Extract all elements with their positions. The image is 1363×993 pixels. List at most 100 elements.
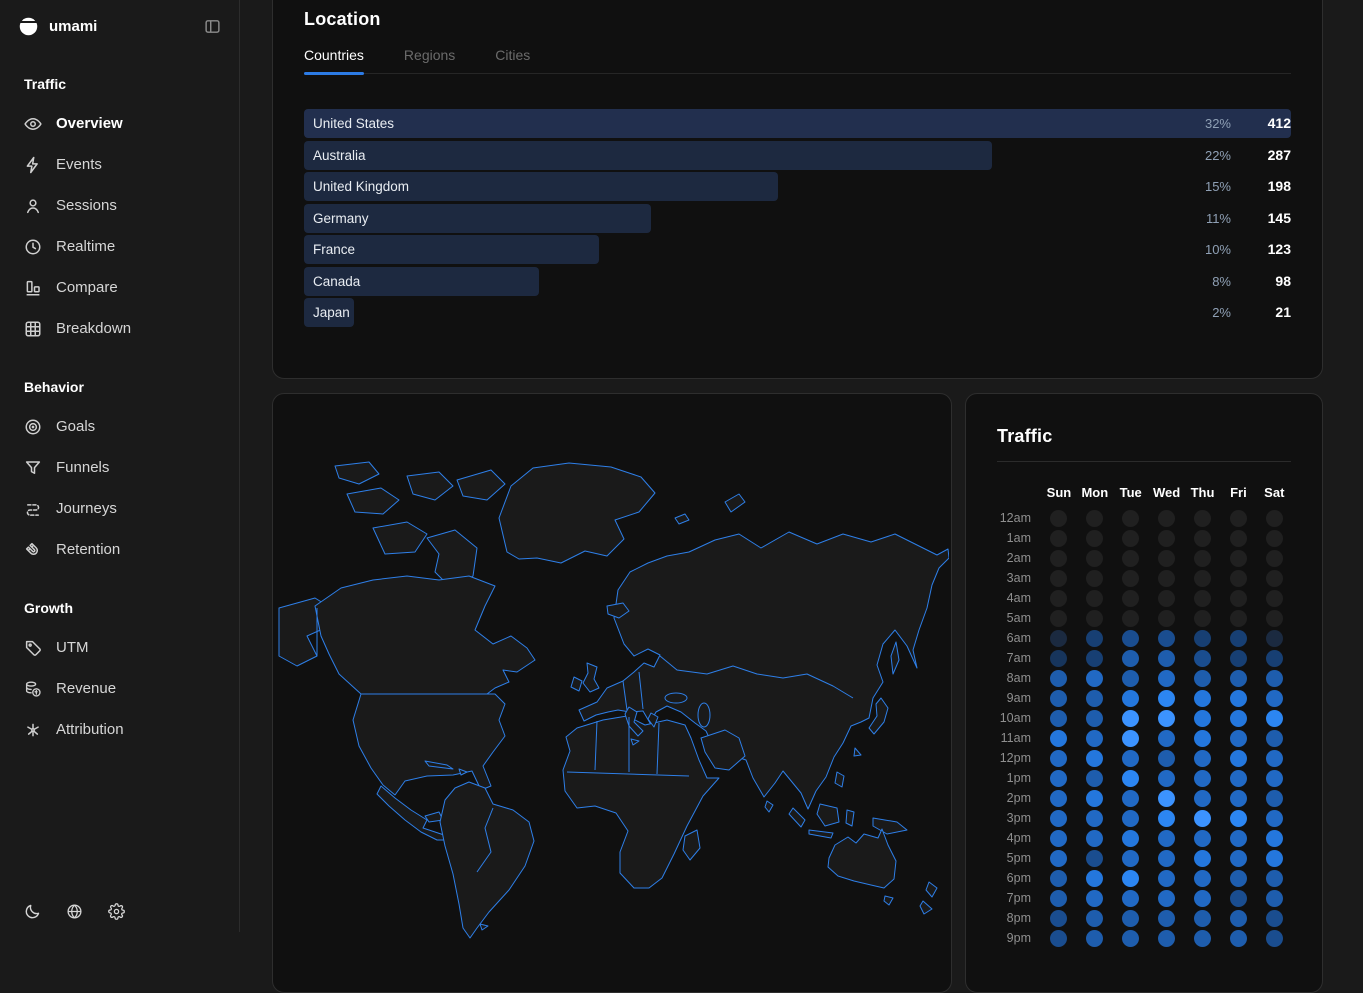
heatmap-cell: [1220, 868, 1256, 888]
heatmap-cell: [1220, 928, 1256, 948]
hour-label: 12pm: [997, 748, 1041, 768]
umami-logo-icon: [18, 16, 39, 37]
sidebar-item-events[interactable]: Events: [0, 144, 239, 185]
sidebar-item-funnels[interactable]: Funnels: [0, 447, 239, 488]
heatmap-cell: [1149, 828, 1185, 848]
heatmap-cell: [1041, 708, 1077, 728]
country-name: Australia: [313, 140, 366, 171]
heatmap-cell: [1185, 848, 1221, 868]
heatmap-cell: [1113, 548, 1149, 568]
country-percent: 22%: [1205, 140, 1231, 171]
heatmap-cell: [1041, 528, 1077, 548]
heatmap-cell: [1149, 808, 1185, 828]
heatmap-cell: [1077, 608, 1113, 628]
heatmap-cell: [1077, 568, 1113, 588]
country-row[interactable]: France10%123: [304, 234, 1291, 266]
heatmap-cell: [1256, 508, 1292, 528]
day-label-mon: Mon: [1077, 482, 1113, 508]
hour-label: 5am: [997, 608, 1041, 628]
sidebar-item-label: Events: [56, 156, 102, 173]
heatmap-cell: [1149, 548, 1185, 568]
hour-label: 7am: [997, 648, 1041, 668]
heatmap-cell: [1113, 788, 1149, 808]
day-label-tue: Tue: [1113, 482, 1149, 508]
heatmap-cell: [1256, 808, 1292, 828]
heatmap-cell: [1149, 868, 1185, 888]
country-row[interactable]: Canada8%98: [304, 266, 1291, 298]
heatmap-cell: [1041, 668, 1077, 688]
heatmap-cell: [1077, 928, 1113, 948]
hour-label: 2am: [997, 548, 1041, 568]
tab-cities[interactable]: Cities: [495, 47, 530, 73]
hour-label: 6pm: [997, 868, 1041, 888]
heatmap-cell: [1113, 688, 1149, 708]
heatmap-cell: [1077, 888, 1113, 908]
heatmap-cell: [1185, 928, 1221, 948]
heatmap-cell: [1113, 848, 1149, 868]
sidebar-item-sessions[interactable]: Sessions: [0, 185, 239, 226]
main-content: Location Countries Regions Cities United…: [240, 0, 1363, 932]
heatmap-cell: [1113, 728, 1149, 748]
world-map-panel: [272, 393, 952, 993]
heatmap-cell: [1220, 888, 1256, 908]
heatmap-cell: [1185, 588, 1221, 608]
moon-icon[interactable]: [24, 903, 41, 920]
nav-section-behavior: Behavior GoalsFunnelsJourneys Retention: [0, 379, 239, 570]
country-row[interactable]: United Kingdom15%198: [304, 171, 1291, 203]
country-value: 21: [1275, 297, 1291, 328]
heatmap-cell: [1149, 848, 1185, 868]
sidebar-item-compare[interactable]: Compare: [0, 267, 239, 308]
heatmap-cell: [1149, 768, 1185, 788]
heatmap-cell: [1149, 628, 1185, 648]
tab-countries[interactable]: Countries: [304, 47, 364, 73]
route-icon: [24, 500, 42, 518]
country-row[interactable]: Australia 22% 287: [304, 140, 1291, 172]
heatmap-cell: [1220, 768, 1256, 788]
country-percent: 15%: [1205, 171, 1231, 202]
heatmap-cell: [1077, 528, 1113, 548]
heatmap-cell: [1185, 608, 1221, 628]
globe-icon[interactable]: [66, 903, 83, 920]
sidebar-item-journeys[interactable]: Journeys: [0, 488, 239, 529]
collapse-sidebar-icon[interactable]: [204, 18, 221, 35]
nav-section-title: Behavior: [0, 379, 239, 396]
heatmap-cell: [1077, 808, 1113, 828]
heatmap-cell: [1041, 648, 1077, 668]
sidebar-item-utm[interactable]: UTM: [0, 627, 239, 668]
tab-regions[interactable]: Regions: [404, 47, 455, 73]
heatmap-cell: [1077, 728, 1113, 748]
sidebar-item-retention[interactable]: Retention: [0, 529, 239, 570]
heatmap-cell: [1220, 508, 1256, 528]
heatmap-cell: [1256, 588, 1292, 608]
sidebar-item-label: Retention: [56, 541, 120, 558]
sidebar-item-realtime[interactable]: Realtime: [0, 226, 239, 267]
sidebar-item-overview[interactable]: Overview: [0, 103, 239, 144]
sidebar-item-revenue[interactable]: Revenue: [0, 668, 239, 709]
heatmap-cell: [1256, 528, 1292, 548]
sidebar-item-attribution[interactable]: Attribution: [0, 709, 239, 750]
country-value: 287: [1268, 140, 1291, 171]
sidebar-item-goals[interactable]: Goals: [0, 406, 239, 447]
heatmap-cell: [1041, 608, 1077, 628]
heatmap-cell: [1256, 728, 1292, 748]
country-row[interactable]: Germany11%145: [304, 203, 1291, 235]
heatmap-cell: [1113, 648, 1149, 668]
country-row[interactable]: Japan2%21: [304, 297, 1291, 329]
heatmap-cell: [1149, 568, 1185, 588]
gear-icon[interactable]: [108, 903, 125, 920]
heatmap-cell: [1220, 828, 1256, 848]
user-icon: [24, 197, 42, 215]
heatmap-cell: [1077, 688, 1113, 708]
hour-label: 9pm: [997, 928, 1041, 948]
country-row[interactable]: United States32%412: [304, 108, 1291, 140]
sidebar-footer: [24, 903, 125, 920]
location-tabs: Countries Regions Cities: [304, 47, 1291, 74]
sidebar-item-label: UTM: [56, 639, 89, 656]
country-value: 412: [1268, 108, 1291, 139]
heatmap-cell: [1220, 588, 1256, 608]
hour-label: 3am: [997, 568, 1041, 588]
hour-label: 8am: [997, 668, 1041, 688]
hour-label: 1am: [997, 528, 1041, 548]
heatmap-cell: [1113, 868, 1149, 888]
sidebar-item-breakdown[interactable]: Breakdown: [0, 308, 239, 349]
